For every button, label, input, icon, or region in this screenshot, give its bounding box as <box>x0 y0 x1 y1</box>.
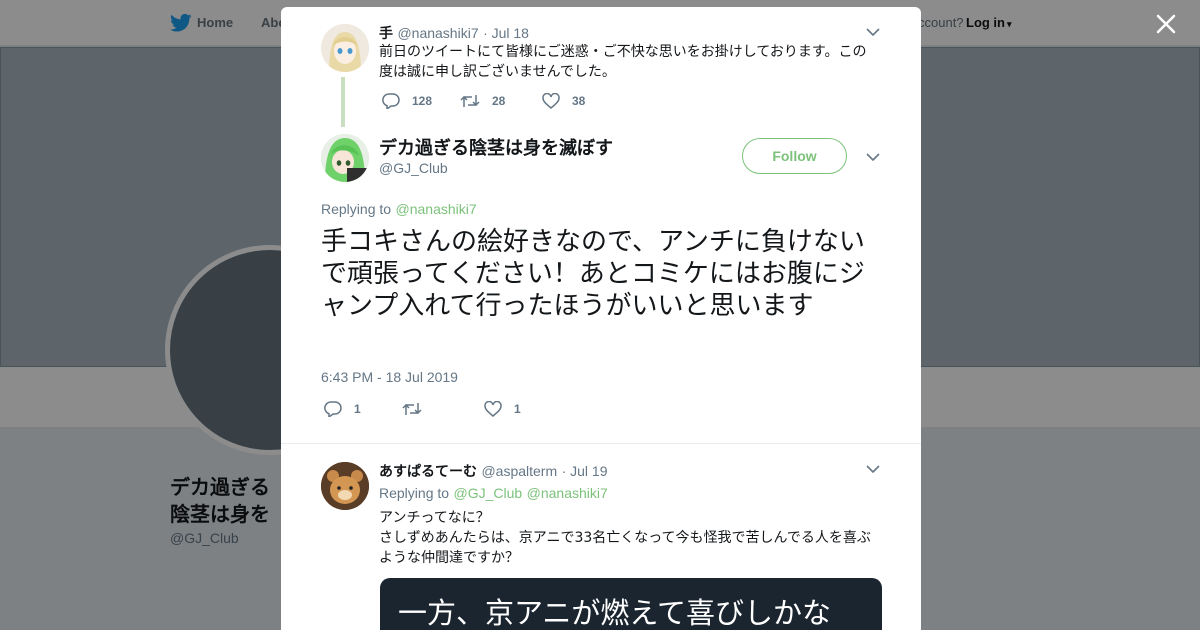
main-like-count: 1 <box>514 402 521 416</box>
chevron-down-icon[interactable] <box>866 152 880 162</box>
chevron-down-icon[interactable] <box>866 464 880 474</box>
follow-button[interactable]: Follow <box>742 138 847 174</box>
main-tweet-name[interactable]: デカ過ぎる陰茎は身を滅ぼす <box>379 134 613 160</box>
parent-like-button[interactable]: 38 <box>542 93 585 109</box>
replying-prefix: Replying to <box>321 201 392 217</box>
main-avatar[interactable] <box>321 134 369 182</box>
main-tweet-handle[interactable]: @GJ_Club <box>379 160 448 176</box>
heart-icon <box>484 401 502 417</box>
main-retweet-button[interactable] <box>402 401 434 417</box>
main-like-button[interactable]: 1 <box>484 401 521 417</box>
parent-text: 前日のツイートにて皆様にご迷惑・ご不快な思いをお掛けしております。この度は誠に申… <box>379 44 867 80</box>
reply-header: あすぱるてーむ @aspalterm · Jul 19 <box>379 461 608 481</box>
reply-date[interactable]: · Jul 19 <box>562 463 608 479</box>
reply-text: アンチってなに？ さしずめあんたらは、京アニで33名亡くなって今も怪我で苦しんで… <box>379 510 871 566</box>
main-replying-to: Replying to @nanashiki7 <box>321 201 477 219</box>
reply-replying-to: Replying to @GJ_Club @nanashiki7 <box>379 485 608 503</box>
main-tweet-text: 手コキさんの絵好きなので、アンチに負けないで頑張ってください！あとコミケにはお腹… <box>321 227 865 321</box>
media-caption-text: 一方、京アニが燃えて喜びしかな <box>398 596 831 630</box>
parent-name[interactable]: 手 <box>379 25 393 41</box>
tweet-divider <box>281 443 921 444</box>
close-icon[interactable] <box>1152 10 1180 38</box>
heart-icon <box>542 93 560 109</box>
thread-connector <box>341 77 345 127</box>
tweet-modal: 手 @nanashiki7 · Jul 18 前日のツイートにて皆様にご迷惑・ご… <box>281 7 921 630</box>
reply-name[interactable]: あすぱるてーむ <box>379 463 477 479</box>
replying-mention[interactable]: @nanashiki7 <box>396 201 477 217</box>
parent-handle[interactable]: @nanashiki7 <box>397 25 478 41</box>
bear-plush-avatar-icon <box>321 462 369 510</box>
chevron-down-icon[interactable] <box>866 27 880 37</box>
main-reply-count: 1 <box>354 402 361 416</box>
reply-mention-1[interactable]: @GJ_Club <box>454 485 523 501</box>
parent-header: 手 @nanashiki7 · Jul 18 <box>379 23 529 43</box>
reply-mention-2[interactable]: @nanashiki7 <box>527 485 608 501</box>
main-reply-button[interactable]: 1 <box>324 401 361 417</box>
reply-replying-prefix: Replying to <box>379 485 450 501</box>
parent-avatar[interactable] <box>321 24 369 72</box>
parent-date[interactable]: · Jul 18 <box>483 25 529 41</box>
parent-retweet-button[interactable]: 28 <box>460 93 505 109</box>
anime-girl-avatar-icon <box>321 24 369 72</box>
main-tweet-timestamp[interactable]: 6:43 PM - 18 Jul 2019 <box>321 369 458 385</box>
retweet-icon <box>460 95 480 107</box>
anime-green-hair-avatar-icon <box>321 134 369 182</box>
reply-icon <box>382 93 400 109</box>
reply-media-image[interactable]: 一方、京アニが燃えて喜びしかな <box>380 578 882 630</box>
parent-reply-button[interactable]: 128 <box>382 93 432 109</box>
retweet-icon <box>402 403 422 415</box>
parent-reply-count: 128 <box>412 94 433 108</box>
parent-like-count: 38 <box>572 94 586 108</box>
reply-handle[interactable]: @aspalterm <box>481 463 557 479</box>
reply-avatar[interactable] <box>321 462 369 510</box>
parent-retweet-count: 28 <box>492 94 506 108</box>
reply-icon <box>324 401 342 417</box>
